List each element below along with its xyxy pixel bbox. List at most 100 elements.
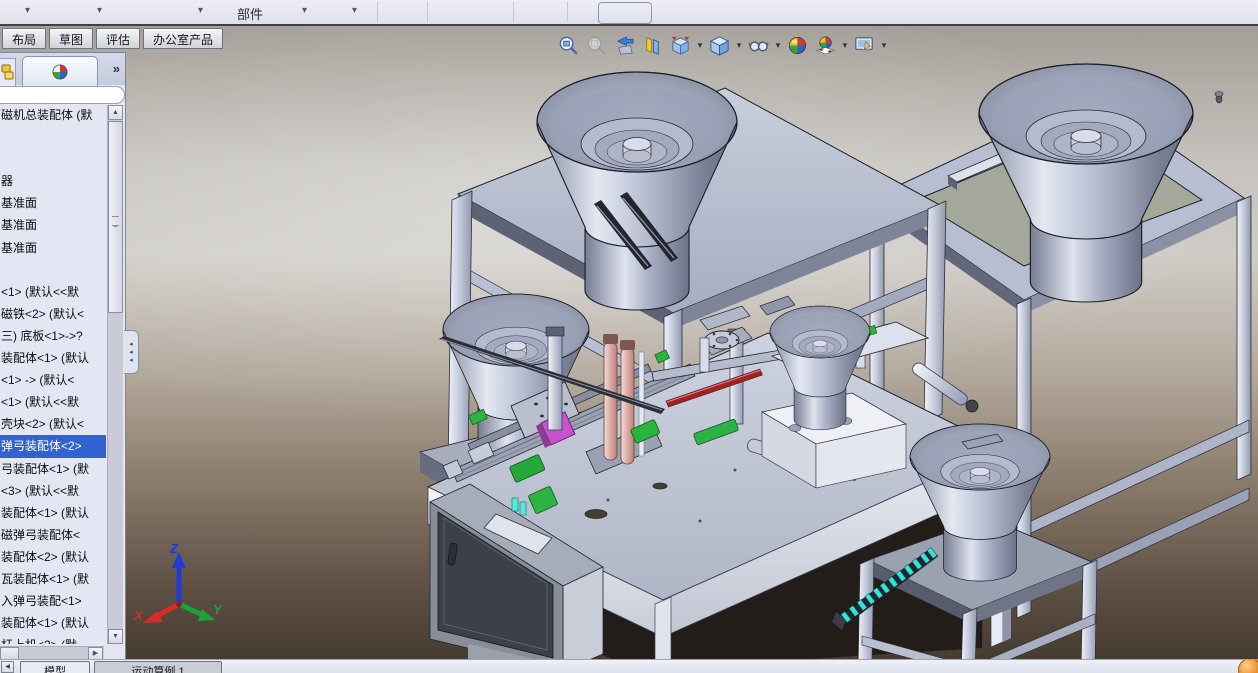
ribbon-dropdown-icon[interactable]: ▾ (97, 5, 102, 16)
tree-item-label: <1> (默认<<默 (1, 284, 80, 299)
apply-scene-dropdown-icon[interactable]: ▾ (841, 40, 849, 51)
tab-layout[interactable]: 布局 (2, 28, 47, 49)
viewport-3d[interactable]: Z X Y (126, 26, 1258, 662)
tree-item[interactable]: 器 (0, 170, 106, 192)
ribbon-group-label: 部件 (237, 7, 264, 22)
tree-item[interactable]: 基准面 (0, 237, 106, 259)
display-style-dropdown-icon[interactable]: ▾ (735, 40, 743, 51)
display-manager-tab[interactable] (22, 56, 98, 86)
tree-item-label: 磁弹弓装配体< (1, 527, 81, 542)
tree-item[interactable]: 三) 底板<1>->? (0, 325, 106, 347)
ribbon-separator (377, 2, 378, 22)
tree-item[interactable]: 杆上机<2> (默 (0, 634, 106, 644)
tree-item[interactable]: 基准面 (0, 192, 106, 214)
ribbon-dropdown-icon[interactable]: ▾ (352, 5, 357, 16)
tree-item[interactable]: 磁机总装配体 (默 (0, 104, 106, 126)
tab-office-products[interactable]: 办公室产品 (143, 28, 224, 49)
tree-item-label: 器 (1, 174, 14, 189)
resources-orb-icon[interactable] (1238, 660, 1258, 673)
tab-model[interactable]: 模型 (20, 661, 90, 673)
tree-item-label: 瓦装配体<1> (默 (1, 571, 90, 586)
command-tabs: 布局 草图 评估 办公室产品 (2, 28, 224, 49)
tree-item-label: 装配体<1> (默认 (1, 351, 90, 366)
tree-item[interactable]: <1> -> (默认< (0, 369, 106, 391)
tree-item[interactable]: 装配体<1> (默认 (0, 612, 106, 634)
view-orientation-dropdown-icon[interactable]: ▾ (696, 40, 704, 51)
panel-tab-strip: » (0, 53, 125, 86)
tree-item[interactable]: 装配体<1> (默认 (0, 502, 106, 524)
tree-item-label: 基准面 (1, 218, 38, 233)
ribbon-separator (513, 2, 514, 22)
edit-appearance-icon[interactable] (785, 33, 810, 58)
tree-item[interactable]: 磁弹弓装配体< (0, 524, 106, 546)
tree-vertical-scrollbar[interactable]: ▲ ▼ (107, 105, 123, 644)
tree-item-label: 装配体<1> (默认 (1, 505, 90, 520)
tree-item[interactable]: 弓装配体<1> (默 (0, 458, 106, 480)
tree-item[interactable]: 入弹弓装配<1> (0, 590, 106, 612)
display-style-icon[interactable] (707, 33, 732, 58)
triad-x-label: X (133, 608, 144, 623)
ribbon-highlighted-button[interactable] (598, 2, 652, 24)
tree-item-label: <3> (默认<<默 (1, 483, 80, 498)
tree-item-label: 壳块<2> (默认< (1, 417, 85, 432)
feature-tree: 磁机总装配体 (默 器 基准面 基准面 基准面 <1> (默认<<默 磁铁<2>… (0, 104, 106, 644)
tree-item-label: <1> (默认<<默 (1, 395, 80, 410)
zoom-to-area-icon[interactable] (584, 33, 609, 58)
tree-item-label: 装配体<1> (默认 (1, 616, 90, 631)
ribbon-separator (427, 2, 428, 22)
tree-item[interactable]: 磁铁<2> (默认< (0, 303, 106, 325)
panel-expand-chevron[interactable]: » (113, 61, 120, 76)
feature-tree-tab[interactable] (0, 58, 16, 86)
tree-item-label: 装配体<2> (默认 (1, 549, 90, 564)
display-manager-icon (52, 64, 68, 79)
hide-show-dropdown-icon[interactable]: ▾ (774, 40, 782, 51)
view-orientation-icon[interactable] (668, 33, 693, 58)
ribbon-dropdown-icon[interactable]: ▾ (198, 5, 203, 16)
loose-fastener[interactable] (1214, 91, 1224, 104)
tree-item-label: 杆上机<2> (默 (1, 638, 77, 644)
tree-item[interactable] (0, 148, 106, 170)
ribbon-dropdown-icon[interactable]: ▾ (302, 5, 307, 16)
tree-item[interactable] (0, 259, 106, 281)
triad-y-label: Y (213, 602, 223, 617)
scroll-up-button[interactable]: ▲ (108, 105, 123, 120)
tree-item-label: 弹弓装配体<2> (1, 439, 82, 454)
tree-item-label: 三) 底板<1>->? (1, 328, 83, 343)
ribbon-strip: ▾ ▾ ▾ 部件 ▾ ▾ (0, 0, 1258, 26)
tree-item-label: 磁铁<2> (默认< (1, 306, 85, 321)
tree-filter-input[interactable] (0, 86, 125, 104)
tree-item[interactable]: 装配体<2> (默认 (0, 546, 106, 568)
view-settings-dropdown-icon[interactable]: ▾ (880, 40, 888, 51)
hide-show-items-icon[interactable] (746, 33, 771, 58)
tree-item[interactable]: <1> (默认<<默 (0, 281, 106, 303)
tab-nav-button[interactable]: ◀ (1, 661, 14, 673)
orientation-triad: Z X Y (133, 541, 223, 623)
tree-item[interactable]: 瓦装配体<1> (默 (0, 568, 106, 590)
view-settings-icon[interactable] (852, 33, 877, 58)
tab-motion-study[interactable]: 运动算例 1 (94, 661, 222, 673)
tree-item[interactable]: <1> (默认<<默 (0, 391, 106, 413)
tab-sketch[interactable]: 草图 (49, 28, 94, 49)
tree-item[interactable] (0, 126, 106, 148)
tree-item[interactable]: 基准面 (0, 214, 106, 236)
tree-item[interactable]: <3> (默认<<默 (0, 480, 106, 502)
tree-item[interactable]: 弹弓装配体<2> (0, 435, 106, 458)
tab-evaluate[interactable]: 评估 (96, 28, 141, 49)
scroll-down-button[interactable]: ▼ (108, 629, 123, 644)
previous-view-icon[interactable] (612, 33, 637, 58)
ribbon-dropdown-icon[interactable]: ▾ (25, 5, 30, 16)
ribbon-separator (567, 2, 568, 22)
scroll-grip (112, 216, 119, 226)
tree-item-label: 磁机总装配体 (默 (1, 108, 93, 122)
feature-manager-panel: » 磁机总装配体 (默 器 基准面 基准面 基准面 <1> (默认<<默 磁铁< (0, 52, 126, 664)
vertical-scroll-thumb[interactable] (108, 121, 123, 313)
panel-splitter-handle[interactable]: ◂ ◂ ◂ (124, 330, 139, 374)
bottom-tab-bar: ◀ 模型 运动算例 1 (0, 659, 1258, 673)
section-view-icon[interactable] (640, 33, 665, 58)
zoom-to-fit-icon[interactable] (556, 33, 581, 58)
tree-item[interactable]: 装配体<1> (默认 (0, 347, 106, 369)
tree-item-label: 基准面 (1, 196, 38, 211)
tree-item[interactable]: 壳块<2> (默认< (0, 413, 106, 435)
feature-tree-icon (1, 64, 14, 80)
apply-scene-icon[interactable] (813, 33, 838, 58)
